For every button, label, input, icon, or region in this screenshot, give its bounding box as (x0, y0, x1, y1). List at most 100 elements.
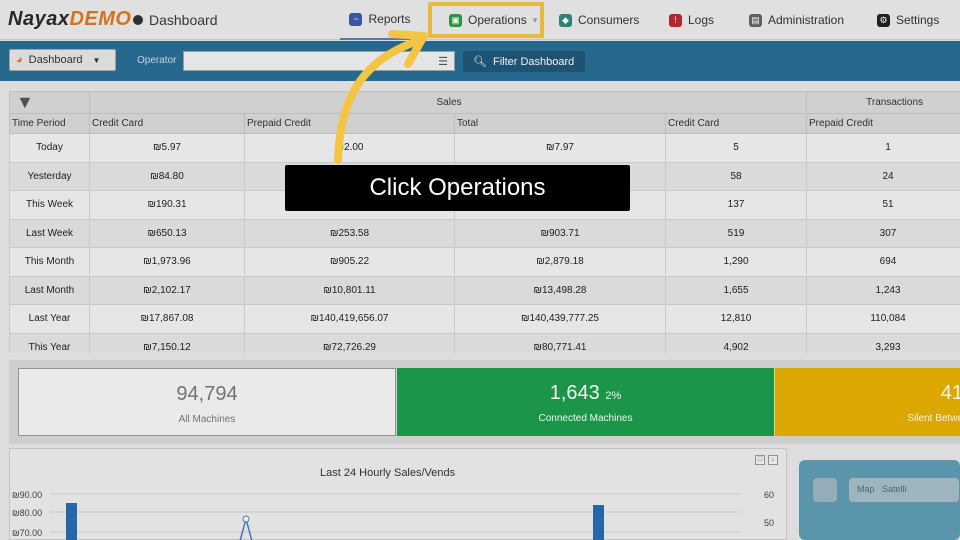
table-cell: ₪650.13 (89, 218, 245, 248)
y-tick-label: ₪90.00 (12, 490, 42, 500)
table-row[interactable]: Last Year ₪17,867.08 ₪140,419,656.07 ₪140,4… (9, 304, 960, 334)
nav-consumers-label: Consumers (578, 13, 640, 27)
table-cell: ₪905.22 (244, 247, 455, 277)
operator-label: Operator (137, 55, 177, 66)
table-row[interactable]: Last Month ₪2,102.17 ₪10,801.11 ₪13,498.28 1… (9, 275, 960, 305)
filter-dashboard-button[interactable]: 🔍︎ Filter Dashboard (463, 51, 585, 72)
table-row[interactable]: Last Week ₪650.13 ₪253.58 ₪903.71 519 307 (9, 218, 960, 248)
sales-group-header: Sales (88, 91, 808, 114)
table-cell: ₪5.97 (89, 133, 245, 163)
table-cell: ₪140,419,656.07 (244, 304, 455, 334)
table-cell: 1,655 (664, 275, 808, 305)
kpi-value-wrap: 1,643 2% (397, 382, 774, 405)
nav-logs[interactable]: ! Logs (669, 0, 714, 40)
kpi-label: Silent Betwe (907, 413, 960, 424)
col-time-period[interactable]: Time Period (9, 113, 90, 134)
map-type-toggle[interactable]: Map Satelli (849, 478, 959, 502)
time-period-cell: This Week (9, 190, 90, 220)
nav-administration[interactable]: ▤ Administration (749, 0, 844, 40)
map-tab: Map (857, 484, 875, 494)
time-period-cell: Last Month (9, 275, 90, 305)
table-cell: ₪84.80 (89, 161, 245, 191)
nav-logs-label: Logs (688, 13, 715, 27)
table-row[interactable]: This Year ₪7,150.12 ₪72,726.29 ₪80,771.41 4,… (9, 332, 960, 353)
kpi-value: 94,794 (176, 383, 238, 405)
admin-icon: ▤ (749, 13, 762, 27)
map-panel: Map Satelli (799, 460, 960, 540)
kpi-all-machines[interactable]: 94,794 All Machines (18, 368, 396, 436)
dashboard-icon (133, 15, 143, 25)
table-cell: 3,293 (806, 332, 960, 353)
time-period-cell: This Month (9, 247, 90, 277)
hourly-chart: ₪90.00 ₪80.00 ₪70.00 60 50 (12, 490, 774, 540)
y-tick-label: ₪80.00 (12, 508, 42, 518)
transactions-group-header: Transactions (806, 91, 960, 114)
table-cell: 4,902 (664, 332, 808, 353)
chart-icon: ~ (349, 12, 363, 26)
col-sales-prepaid-credit[interactable]: Prepaid Credit (244, 113, 455, 134)
table-cell: 24 (806, 161, 960, 191)
col-sales-total[interactable]: Total (454, 113, 666, 134)
table-cell: ₪2,102.17 (89, 275, 245, 305)
table-cell: ₪2.00 (244, 133, 455, 163)
bar[interactable] (593, 505, 604, 540)
table-cell: ₪13,498.28 (454, 275, 666, 305)
filter-bar: ◕ Dashboard ▼ Operator ☰ 🔍︎ Filter Dashb… (0, 41, 960, 81)
logo-text: Nayax (8, 8, 70, 30)
table-cell: 137 (664, 190, 808, 220)
callout-text: Click Operations (369, 174, 546, 201)
table-cell: ₪7.97 (454, 133, 666, 163)
settings-icon: ⚙ (877, 13, 890, 27)
table-cell: 51 (806, 190, 960, 220)
col-sales-credit-card[interactable]: Credit Card (89, 113, 245, 134)
chevron-down-icon: ▼ (92, 55, 101, 65)
col-tx-prepaid-credit[interactable]: Prepaid Credit (806, 113, 960, 134)
column-header-row: Time Period Credit Card Prepaid Credit T… (9, 113, 960, 134)
kpi-strip: 94,794 All Machines 1,643 2% Connected M… (9, 360, 960, 444)
pie-chart-icon: ◕ (16, 54, 23, 66)
table-cell: 1,243 (806, 275, 960, 305)
table-cell: ₪1,973.96 (89, 247, 245, 277)
page-title: Dashboard (149, 12, 218, 28)
nav-reports[interactable]: ~ Reports (340, 0, 420, 40)
kpi-label: All Machines (178, 414, 236, 425)
list-icon[interactable]: ☰ (438, 55, 448, 68)
search-icon: 🔍︎ (473, 56, 487, 68)
satellite-tab: Satelli (882, 484, 907, 494)
sales-table: ▼ Sales Transactions Time Period Credit … (9, 91, 960, 353)
top-navbar: NayaxDEMO Dashboard ~ Reports ▣ Operatio… (0, 0, 960, 40)
table-cell: ₪17,867.08 (89, 304, 245, 334)
table-cell: 1,290 (664, 247, 808, 277)
col-tx-credit-card[interactable]: Credit Card (664, 113, 808, 134)
table-cell: ₪80,771.41 (454, 332, 666, 353)
kpi-connected-machines[interactable]: 1,643 2% Connected Machines (397, 368, 774, 436)
zoom-button[interactable] (813, 478, 837, 502)
hourly-chart-panel: Last 24 Hourly Sales/Vends □ ↓ ₪90.00 ₪8… (9, 448, 787, 540)
kpi-value: 41 (940, 382, 960, 404)
nav-administration-label: Administration (768, 13, 845, 27)
kpi-percent: 2% (605, 390, 622, 402)
bar[interactable] (66, 503, 77, 540)
table-cell: ₪903.71 (454, 218, 666, 248)
table-cell: ₪7,150.12 (89, 332, 245, 353)
table-cell: 110,084 (806, 304, 960, 334)
nayax-logo[interactable]: NayaxDEMO (8, 8, 131, 31)
time-period-cell: Last Year (9, 304, 90, 334)
operations-highlight-box (428, 2, 544, 38)
line-point[interactable] (242, 515, 250, 523)
tutorial-callout: Click Operations (285, 165, 630, 211)
table-row[interactable]: Today ₪5.97 ₪2.00 ₪7.97 5 1 (9, 133, 960, 163)
kpi-silent-machines[interactable]: 41 Silent Betwe (775, 368, 960, 436)
kpi-label: Connected Machines (538, 413, 633, 424)
operator-input[interactable]: ☰ (183, 51, 455, 71)
nav-settings-label: Settings (896, 13, 940, 27)
sales-table-panel: ▼ Sales Transactions Time Period Credit … (9, 91, 960, 353)
table-cell: 1 (806, 133, 960, 163)
nav-consumers[interactable]: ◆ Consumers (559, 0, 639, 40)
breadcrumb: Dashboard (133, 12, 218, 28)
table-cell: ₪10,801.11 (244, 275, 455, 305)
dashboard-select[interactable]: ◕ Dashboard ▼ (9, 49, 116, 71)
table-row[interactable]: This Month ₪1,973.96 ₪905.22 ₪2,879.18 1,290… (9, 247, 960, 277)
nav-settings[interactable]: ⚙ Settings (877, 0, 939, 40)
funnel-icon[interactable]: ▼ (12, 92, 34, 112)
